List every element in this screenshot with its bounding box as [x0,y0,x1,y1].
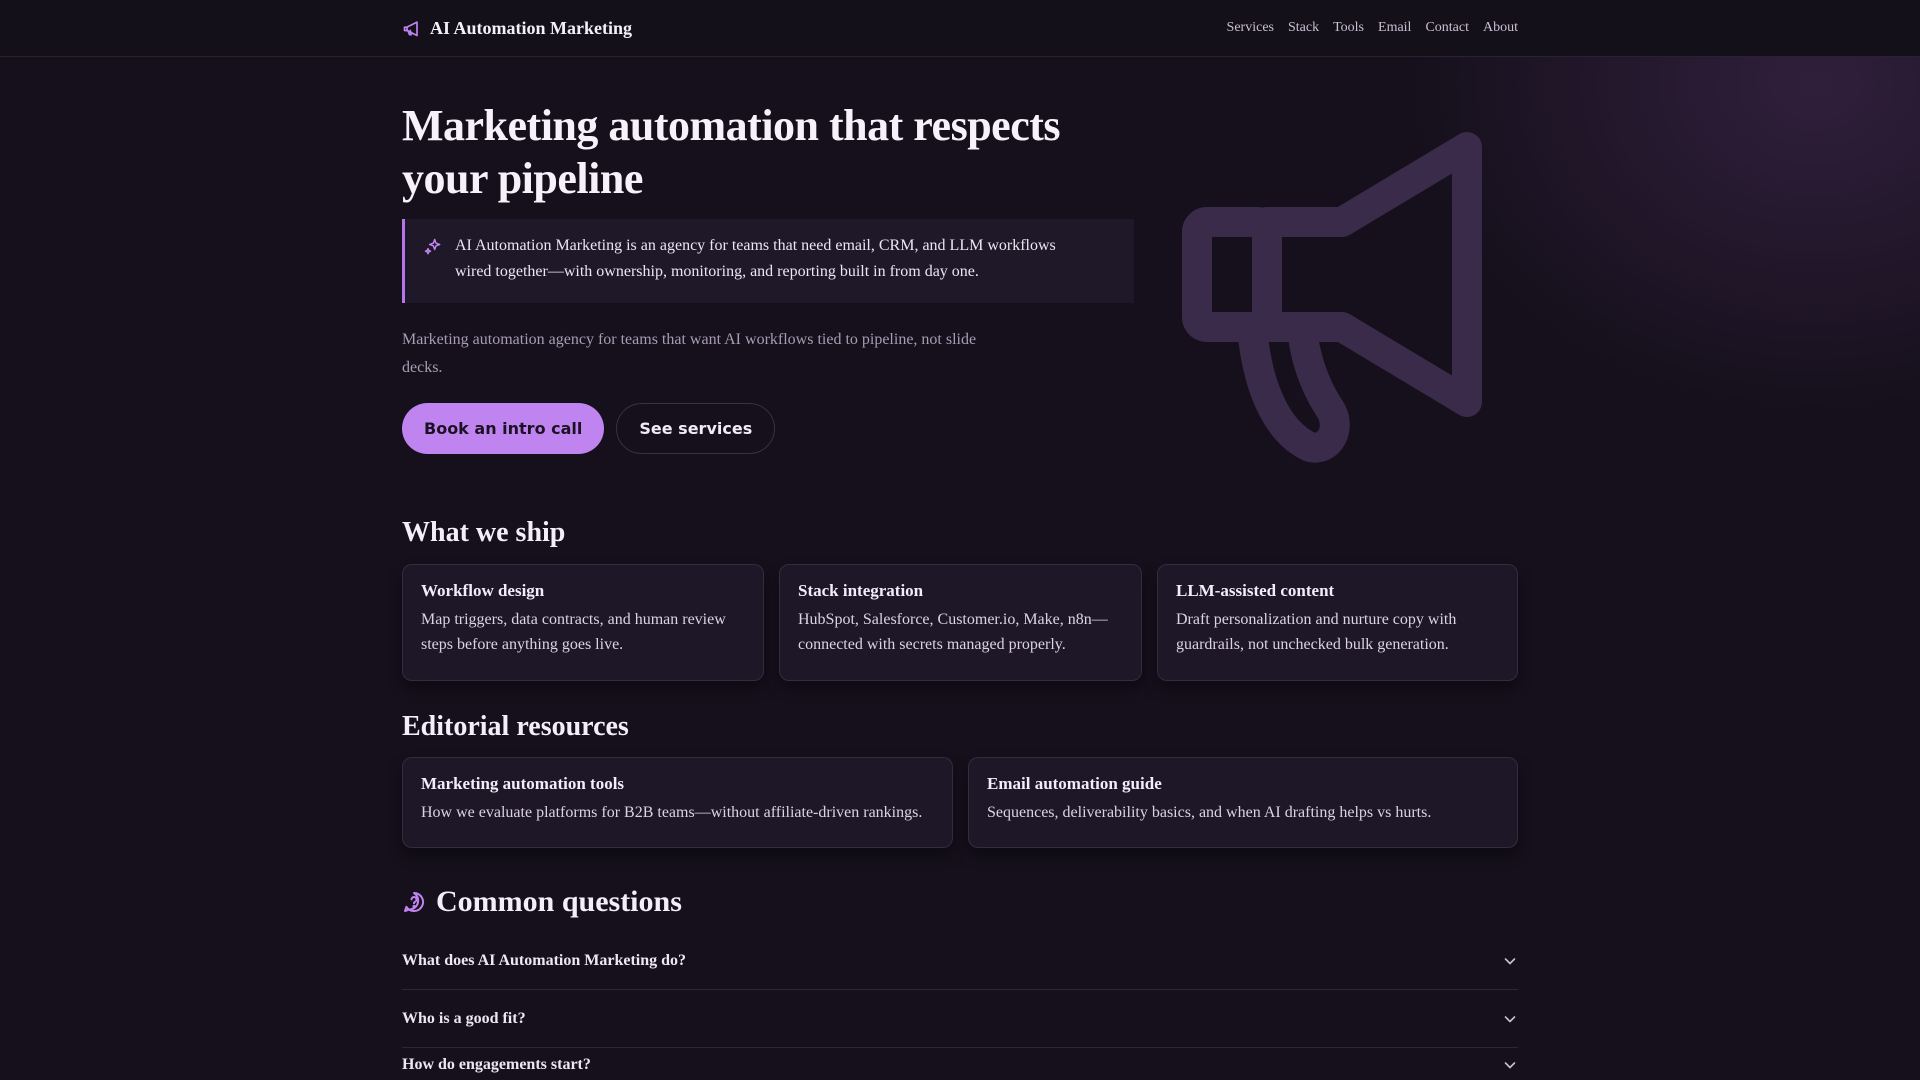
book-intro-call-button[interactable]: Book an intro call [402,403,605,454]
what-we-ship-title: What we ship [402,517,566,548]
faq-question: How do engagements start? [402,1056,591,1073]
sparkles-icon [424,238,441,255]
card-title: Stack integration [798,581,924,600]
hero-callout: AI Automation Marketing is an agency for… [402,219,1134,303]
faq-question: What does AI Automation Marketing do? [402,951,687,969]
chevron-down-icon [1504,1015,1516,1022]
faq-item[interactable]: What does AI Automation Marketing do? [402,932,1518,990]
card-title: LLM-assisted content [1176,581,1335,600]
see-services-button[interactable]: See services [616,403,776,454]
resource-card-email[interactable]: Email automation guide Sequences, delive… [968,757,1518,848]
nav-link-tools[interactable]: Tools [1333,20,1364,36]
faq-question: Who is a good fit? [402,1009,526,1027]
card-body: Draft personalization and nurture copy w… [1176,611,1457,653]
editorial-resources-title: Editorial resources [402,711,629,742]
service-card-llm: LLM-assisted content Draft personalizati… [1157,564,1518,681]
card-title: Workflow design [421,581,545,600]
service-card-stack: Stack integration HubSpot, Salesforce, C… [779,564,1142,681]
faq-item[interactable]: Who is a good fit? [402,990,1518,1048]
nav-link-contact[interactable]: Contact [1425,20,1469,36]
nav-link-about[interactable]: About [1483,20,1518,36]
callout-text: AI Automation Marketing is an agency for… [455,237,1056,280]
card-body: HubSpot, Salesforce, Customer.io, Make, … [798,611,1108,653]
card-title: Email automation guide [987,774,1162,793]
nav-link-services[interactable]: Services [1227,20,1274,36]
hero-subtitle: Marketing automation agency for teams th… [402,331,977,376]
service-card-workflow: Workflow design Map triggers, data contr… [402,564,764,681]
faq-header: Common questions [402,885,682,919]
hero-title: Marketing automation that respects your … [402,101,1061,203]
nav-link-email[interactable]: Email [1378,20,1411,36]
brand[interactable]: AI Automation Marketing [402,18,632,39]
chevron-down-icon [1504,1062,1516,1069]
megaphone-icon [403,21,418,37]
resource-card-tools[interactable]: Marketing automation tools How we evalua… [402,757,953,848]
chevron-down-icon [1504,957,1516,964]
faq-title: Common questions [436,885,682,918]
question-bubble-icon [404,892,424,912]
brand-name: AI Automation Marketing [430,17,632,38]
card-body: How we evaluate platforms for B2B teams—… [421,804,923,821]
card-body: Map triggers, data contracts, and human … [421,611,726,653]
nav-links: Services Stack Tools Email Contact About [1227,20,1518,36]
cta-row: Book an intro call See services [402,403,776,454]
card-body: Sequences, deliverability basics, and wh… [987,804,1432,821]
faq-item[interactable]: How do engagements start? [402,1045,1518,1080]
top-nav: AI Automation Marketing Services Stack T… [0,0,1920,57]
nav-link-stack[interactable]: Stack [1288,20,1319,36]
card-title: Marketing automation tools [421,774,625,793]
megaphone-illustration-icon [1182,132,1482,463]
